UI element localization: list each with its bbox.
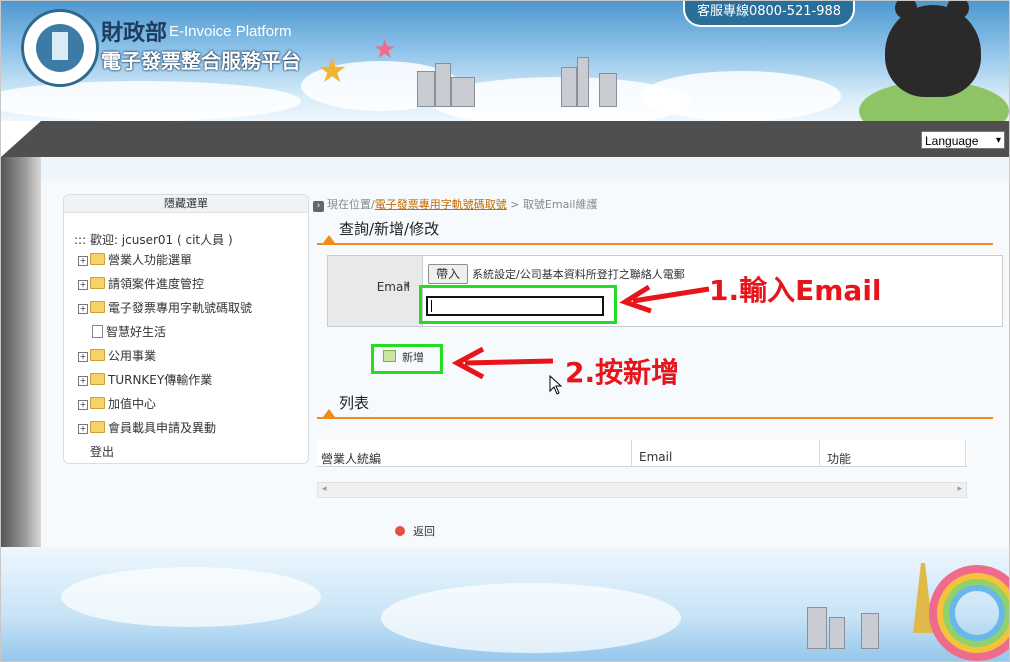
column-header-tax-id: 營業人統編 <box>321 452 382 466</box>
sidebar-item-value-added-center[interactable]: + 加值中心 <box>78 395 156 412</box>
sidebar-item-invoice-number[interactable]: + 電子發票專用字軌號碼取號 <box>78 299 252 316</box>
expand-icon: + <box>78 352 88 362</box>
section-divider-tick <box>323 235 335 243</box>
sidebar-item-smart-life[interactable]: 智慧好生活 <box>92 323 166 340</box>
hotline-badge: 客服專線0800-521-988 <box>683 1 855 27</box>
logo-emblem <box>36 24 84 72</box>
column-header-function: 功能 <box>827 452 852 466</box>
org-name: 財政部 <box>101 21 168 46</box>
cloud-decoration <box>1 81 301 121</box>
folder-icon <box>90 349 105 361</box>
cloud-decoration <box>381 583 681 653</box>
arrow-left-icon <box>619 284 710 314</box>
list-table-header: 營業人統編 Email 功能 <box>317 440 967 467</box>
query-section-title: 查詢/新增/修改 <box>339 220 440 238</box>
scroll-right-icon[interactable]: ▸ <box>957 484 962 494</box>
email-input-highlight <box>419 285 617 324</box>
column-divider <box>819 440 820 466</box>
site-header: 財政部 E-Invoice Platform 電子發票整合服務平台 客服專線08… <box>1 1 1009 121</box>
back-link[interactable]: 返回 <box>395 523 435 539</box>
star-icon: ★ <box>373 35 397 65</box>
building-illustration <box>599 73 617 107</box>
cloud-decoration <box>61 567 321 627</box>
browser-viewport: 財政部 E-Invoice Platform 電子發票整合服務平台 客服專線08… <box>0 0 1010 662</box>
expand-icon: + <box>78 256 88 266</box>
building-illustration <box>829 617 845 649</box>
expand-icon: + <box>78 424 88 434</box>
sidebar-item-logout[interactable]: 登出 <box>90 443 114 460</box>
left-shadow-panel <box>1 157 41 547</box>
sidebar-item-member-carrier[interactable]: + 會員載具申請及異動 <box>78 419 216 436</box>
platform-name: 電子發票整合服務平台 <box>101 49 301 73</box>
building-illustration <box>451 77 475 107</box>
building-illustration <box>861 613 879 649</box>
building-illustration <box>577 57 589 107</box>
folder-icon <box>90 421 105 433</box>
arrow-right-icon: › <box>313 201 324 212</box>
folder-icon <box>90 301 105 313</box>
sidebar-item-public-utility[interactable]: + 公用事業 <box>78 347 156 364</box>
folder-icon <box>90 397 105 409</box>
language-select[interactable]: Language ▾ <box>921 131 1005 149</box>
sidebar-item-business-menu[interactable]: + 營業人功能選單 <box>78 251 192 268</box>
section-divider-tick <box>323 409 335 417</box>
section-divider <box>317 417 993 419</box>
sidebar-menu: 隱藏選單 ::: 歡迎: jcuser01 ( cit人員 ) + 營業人功能選單… <box>63 194 309 464</box>
building-illustration <box>417 71 435 107</box>
bear-mascot <box>885 1 981 97</box>
folder-icon <box>90 253 105 265</box>
document-icon <box>92 325 103 338</box>
back-icon <box>395 526 405 536</box>
arrow-left-icon <box>451 346 554 380</box>
building-illustration <box>561 67 577 107</box>
horizontal-scrollbar[interactable]: ◂ ▸ <box>317 482 967 498</box>
hide-menu-toggle[interactable]: 隱藏選單 <box>64 195 308 213</box>
column-divider <box>965 440 966 466</box>
step1-annotation: 1.輸入Email <box>709 274 882 307</box>
folder-icon <box>90 277 105 289</box>
list-section-title: 列表 <box>339 394 370 412</box>
section-divider <box>317 243 993 245</box>
sidebar-item-application-progress[interactable]: + 請領案件進度管控 <box>78 275 204 292</box>
language-label: Language <box>925 134 979 148</box>
scroll-left-icon[interactable]: ◂ <box>322 484 327 494</box>
sidebar-item-turnkey[interactable]: + TURNKEY傳輸作業 <box>78 371 212 388</box>
breadcrumb-current: 取號Email維護 <box>522 198 598 211</box>
building-illustration <box>435 63 451 107</box>
star-icon: ★ <box>317 51 348 91</box>
import-button[interactable]: 帶入 <box>428 264 468 284</box>
welcome-text: ::: 歡迎: jcuser01 ( cit人員 ) <box>74 233 233 247</box>
chevron-down-icon: ▾ <box>995 135 1001 146</box>
step2-annotation: 2.按新增 <box>565 356 680 389</box>
ministry-logo <box>21 9 99 87</box>
column-header-email: Email <box>639 450 673 464</box>
folder-icon <box>90 373 105 385</box>
building-illustration <box>807 607 827 649</box>
expand-icon: + <box>78 304 88 314</box>
email-label-cell: * Email <box>328 256 423 326</box>
rainbow-illustration <box>929 565 1009 661</box>
site-footer <box>1 547 1009 661</box>
column-divider <box>631 440 632 466</box>
expand-icon: + <box>78 280 88 290</box>
cloud-decoration <box>641 71 841 121</box>
navigation-bar: Language ▾ <box>1 121 1009 157</box>
breadcrumb-link[interactable]: 電子發票專用字軌號碼取號 <box>375 198 507 211</box>
breadcrumb: › 現在位置/電子發票專用字軌號碼取號 > 取號Email維護 <box>313 196 597 212</box>
expand-icon: + <box>78 376 88 386</box>
mouse-cursor-icon <box>549 375 563 395</box>
org-english-name: E-Invoice Platform <box>169 23 292 40</box>
expand-icon: + <box>78 400 88 410</box>
add-button-highlight <box>371 344 443 374</box>
